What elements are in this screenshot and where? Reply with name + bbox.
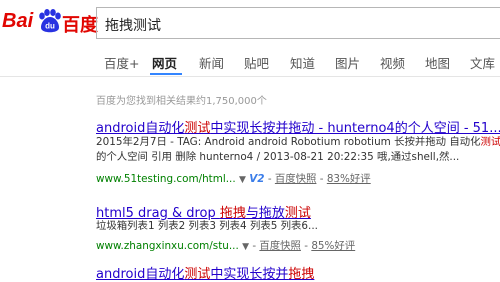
tab-map[interactable]: 地图 xyxy=(425,53,450,72)
text-segment: 垃圾箱列表1 列表2 列表3 列表4 列表5 列表6... xyxy=(96,220,318,232)
tab-wenku[interactable]: 文库 xyxy=(470,53,495,72)
tab-tieba[interactable]: 贴吧 xyxy=(244,53,269,72)
search-query-text: 拖拽测试 xyxy=(105,18,161,34)
logo-text-cn: 百度 xyxy=(62,15,98,36)
result-stats: 百度为您找到相关结果约1,750,000个 xyxy=(96,96,267,107)
result-title-3-partial[interactable]: android自动化测试中实现长按并拖拽 xyxy=(96,263,314,282)
result-url-1[interactable]: www.51testing.com/html... xyxy=(96,173,236,185)
keyword-highlight: 测试 xyxy=(184,267,211,282)
text-segment: 中实现长按并拖动 - hunterno4的个人空间 - 51... xyxy=(210,121,500,136)
result-abstract-1-line-2: 的个人空间 引用 删除 hunterno4 / 2013-08-21 20:22… xyxy=(96,150,459,165)
separator: - xyxy=(319,173,324,185)
result-title-1[interactable]: android自动化测试中实现长按并拖动 - hunterno4的个人空间 - … xyxy=(96,117,500,136)
separator: - xyxy=(304,240,308,252)
search-input[interactable]: 拖拽测试 xyxy=(96,7,500,39)
result-abstract-2: 垃圾箱列表1 列表2 列表3 列表4 列表5 列表6... xyxy=(96,219,318,234)
result-url-row-1: www.51testing.com/html... ▼ V2 - 百度快照 - … xyxy=(96,170,371,185)
tab-baidu-plus[interactable]: 百度+ xyxy=(104,53,139,72)
active-tab-indicator xyxy=(150,73,182,75)
tab-images[interactable]: 图片 xyxy=(335,53,360,72)
separator: - xyxy=(267,173,272,185)
keyword-highlight: 测试 xyxy=(480,136,500,148)
separator: - xyxy=(252,240,257,252)
result-url-2[interactable]: www.zhangxinxu.com/stu... xyxy=(96,240,239,252)
tab-zhidao[interactable]: 知道 xyxy=(290,53,315,72)
text-segment: 中实现长按并 xyxy=(210,267,289,282)
tab-web[interactable]: 网页 xyxy=(152,53,177,72)
dropdown-arrow-icon[interactable]: ▼ xyxy=(242,242,249,252)
snapshot-link-1[interactable]: 百度快照 xyxy=(275,173,317,185)
text-segment: android自动化 xyxy=(96,267,185,282)
logo-text-du: du xyxy=(45,22,55,31)
keyword-highlight: 拖拽 xyxy=(288,267,315,282)
text-segment: 2015年2月7日 - TAG: Android android Robotiu… xyxy=(96,136,481,148)
text-segment: android自动化 xyxy=(96,121,185,136)
snapshot-link-2[interactable]: 百度快照 xyxy=(259,240,301,252)
tab-news[interactable]: 新闻 xyxy=(199,53,224,72)
paw-icon: du xyxy=(39,9,61,33)
v2-badge-icon[interactable]: V2 xyxy=(249,173,264,185)
tab-video[interactable]: 视频 xyxy=(380,53,405,72)
result-abstract-1-line-1: 2015年2月7日 - TAG: Android android Robotiu… xyxy=(96,135,500,150)
result-url-row-2: www.zhangxinxu.com/stu... ▼ - 百度快照 - 85%… xyxy=(96,237,355,252)
nav-tabs: 百度+ 网页 新闻 贴吧 知道 图片 视频 地图 文库 xyxy=(0,46,500,77)
rating-link-2[interactable]: 85%好评 xyxy=(311,240,355,252)
dropdown-arrow-icon[interactable]: ▼ xyxy=(239,175,246,185)
text-segment: 的个人空间 引用 删除 hunterno4 / 2013-08-21 20:22… xyxy=(96,151,460,163)
logo-text-bai: Bai xyxy=(2,10,34,32)
rating-link-1[interactable]: 83%好评 xyxy=(327,173,371,185)
keyword-highlight: 测试 xyxy=(184,121,211,136)
